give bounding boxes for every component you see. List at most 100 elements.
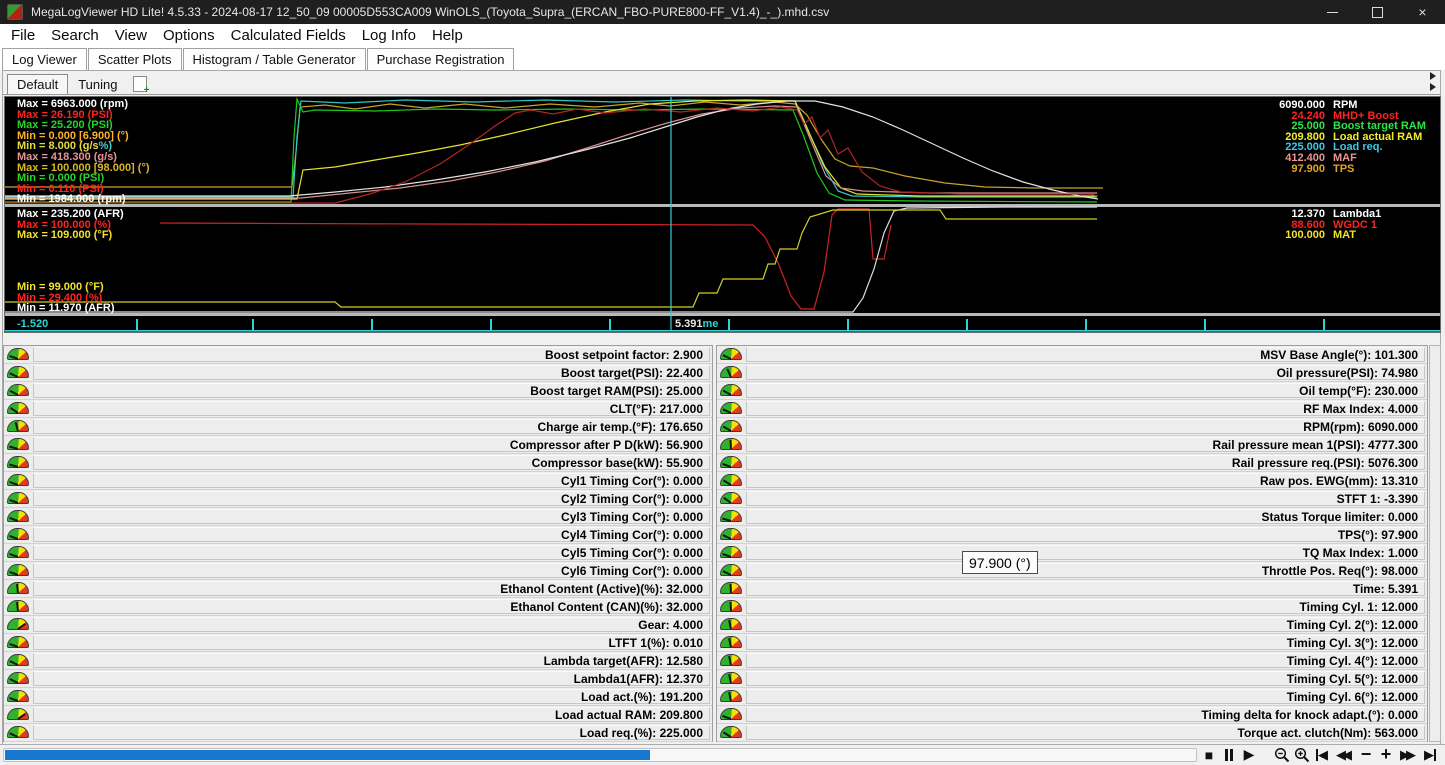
- gauge-row-oil-temp-f[interactable]: Oil temp(°F): 230.000: [717, 382, 1427, 400]
- gauge-icon: [7, 726, 29, 738]
- gauge-needle: [16, 602, 19, 611]
- gauge-icon: [720, 672, 742, 684]
- gauge-row-time[interactable]: Time: 5.391: [717, 580, 1427, 598]
- view-tab-default[interactable]: Default: [7, 74, 68, 94]
- gauge-row-lambda1-afr[interactable]: Lambda1(AFR): 12.370: [4, 670, 712, 688]
- gauge-row-charge-air-temp-f[interactable]: Charge air temp.(°F): 176.650: [4, 418, 712, 436]
- gauge-row-load-act[interactable]: Load act.(%): 191.200: [4, 688, 712, 706]
- menu-search[interactable]: Search: [43, 27, 107, 44]
- pane1-legend-row-label: TPS: [1333, 164, 1354, 175]
- gauge-row-rf-max-index[interactable]: RF Max Index: 4.000: [717, 400, 1427, 418]
- tab-log-viewer[interactable]: Log Viewer: [2, 48, 87, 70]
- fast-forward-button[interactable]: ▶▶: [1396, 745, 1420, 764]
- log-graph[interactable]: Max = 6963.000 (rpm)Max = 26.190 (PSI)Ma…: [4, 96, 1441, 333]
- gauge-row-gear[interactable]: Gear: 4.000: [4, 616, 712, 634]
- gauge-row-ltft-1[interactable]: LTFT 1(%): 0.010: [4, 634, 712, 652]
- play-button[interactable]: ▶: [1239, 745, 1259, 764]
- pause-icon: [1225, 749, 1233, 761]
- gauge-row-compressor-base-kw[interactable]: Compressor base(kW): 55.900: [4, 454, 712, 472]
- tab-histogram-table-generator[interactable]: Histogram / Table Generator: [183, 48, 366, 70]
- gauge-label: Timing Cyl. 1: 12.000: [746, 599, 1425, 614]
- menu-file[interactable]: File: [3, 27, 43, 44]
- zoom-in-button[interactable]: [1292, 745, 1312, 764]
- pane2-legend-row-value: 12.370: [1253, 209, 1325, 220]
- gauge-row-stft-1[interactable]: STFT 1: -3.390: [717, 490, 1427, 508]
- gauge-row-timing-cyl-2[interactable]: Timing Cyl. 2(°): 12.000: [717, 616, 1427, 634]
- stop-button[interactable]: ■: [1199, 745, 1219, 764]
- gauge-needle: [17, 713, 26, 720]
- skip-end-button[interactable]: ▶: [1420, 745, 1440, 764]
- gauge-row-status-torque-limiter[interactable]: Status Torque limiter: 0.000: [717, 508, 1427, 526]
- menu-view[interactable]: View: [107, 27, 155, 44]
- gauge-row-timing-cyl-4[interactable]: Timing Cyl. 4(°): 12.000: [717, 652, 1427, 670]
- gauge-row-timing-cyl-1[interactable]: Timing Cyl. 1: 12.000: [717, 598, 1427, 616]
- gauge-row-timing-cyl-5[interactable]: Timing Cyl. 5(°): 12.000: [717, 670, 1427, 688]
- scrollbar-thumb[interactable]: [5, 750, 650, 760]
- gauge-label: Charge air temp.(°F): 176.650: [33, 419, 710, 434]
- pane-divider-2: [5, 313, 1440, 316]
- gauge-row-timing-cyl-3[interactable]: Timing Cyl. 3(°): 12.000: [717, 634, 1427, 652]
- gauge-row-cyl4-timing-cor[interactable]: Cyl4 Timing Cor(°): 0.000: [4, 526, 712, 544]
- tab-bar: Log ViewerScatter PlotsHistogram / Table…: [0, 47, 1445, 70]
- minimize-button[interactable]: [1310, 0, 1355, 24]
- gauge-row-boost-target-psi[interactable]: Boost target(PSI): 22.400: [4, 364, 712, 382]
- menu-log-info[interactable]: Log Info: [354, 27, 424, 44]
- gauge-needle: [9, 697, 18, 702]
- gauge-label: Throttle Pos. Req(°): 98.000: [746, 563, 1425, 578]
- gauge-row-cyl6-timing-cor[interactable]: Cyl6 Timing Cor(°): 0.000: [4, 562, 712, 580]
- gauge-row-cyl3-timing-cor[interactable]: Cyl3 Timing Cor(°): 0.000: [4, 508, 712, 526]
- gauge-needle: [10, 390, 19, 396]
- gauge-row-tq-max-index[interactable]: TQ Max Index: 1.000: [717, 544, 1427, 562]
- gauge-icon: [7, 708, 29, 720]
- gauge-row-msv-base-angle[interactable]: MSV Base Angle(°): 101.300: [717, 346, 1427, 364]
- gauge-row-cyl2-timing-cor[interactable]: Cyl2 Timing Cor(°): 0.000: [4, 490, 712, 508]
- menu-help[interactable]: Help: [424, 27, 471, 44]
- gauge-row-raw-pos-ewg-mm[interactable]: Raw pos. EWG(mm): 13.310: [717, 472, 1427, 490]
- gauge-row-cyl1-timing-cor[interactable]: Cyl1 Timing Cor(°): 0.000: [4, 472, 712, 490]
- gauge-row-compressor-after-p-d-kw[interactable]: Compressor after P D(kW): 56.900: [4, 436, 712, 454]
- zoom-out-button[interactable]: [1272, 745, 1292, 764]
- tab-scatter-plots[interactable]: Scatter Plots: [88, 48, 182, 70]
- gauge-row-lambda-target-afr[interactable]: Lambda target(AFR): 12.580: [4, 652, 712, 670]
- gauge-row-tps[interactable]: TPS(°): 97.900: [717, 526, 1427, 544]
- rewind-button[interactable]: ◀◀: [1332, 745, 1356, 764]
- gauge-row-ethanol-content-active[interactable]: Ethanol Content (Active)(%): 32.000: [4, 580, 712, 598]
- gauge-row-timing-cyl-6[interactable]: Timing Cyl. 6(°): 12.000: [717, 688, 1427, 706]
- gauge-row-rail-pressure-mean-1-psi[interactable]: Rail pressure mean 1(PSI): 4777.300: [717, 436, 1427, 454]
- gauge-scrollbar[interactable]: [1429, 345, 1441, 742]
- gauge-row-load-req[interactable]: Load req.(%): 225.000: [4, 724, 712, 742]
- gauge-row-clt-f[interactable]: CLT(°F): 217.000: [4, 400, 712, 418]
- step-forward-button[interactable]: +: [1376, 745, 1396, 764]
- gauge-row-oil-pressure-psi[interactable]: Oil pressure(PSI): 74.980: [717, 364, 1427, 382]
- gauge-icon: [7, 438, 29, 450]
- gauge-icon: [7, 636, 29, 648]
- gauge-row-throttle-pos-req[interactable]: Throttle Pos. Req(°): 98.000: [717, 562, 1427, 580]
- menu-options[interactable]: Options: [155, 27, 223, 44]
- gauge-row-boost-setpoint-factor[interactable]: Boost setpoint factor: 2.900: [4, 346, 712, 364]
- gauge-row-cyl5-timing-cor[interactable]: Cyl5 Timing Cor(°): 0.000: [4, 544, 712, 562]
- step-back-button[interactable]: −: [1356, 745, 1376, 764]
- gauge-row-ethanol-content-can[interactable]: Ethanol Content (CAN)(%): 32.000: [4, 598, 712, 616]
- gauge-row-torque-act-clutch-nm[interactable]: Torque act. clutch(Nm): 563.000: [717, 724, 1427, 742]
- gauge-row-rail-pressure-req-psi[interactable]: Rail pressure req.(PSI): 5076.300: [717, 454, 1427, 472]
- gauge-label: Cyl6 Timing Cor(°): 0.000: [33, 563, 710, 578]
- tab-purchase-registration[interactable]: Purchase Registration: [367, 48, 515, 70]
- gauge-row-rpm-rpm[interactable]: RPM(rpm): 6090.000: [717, 418, 1427, 436]
- skip-start-button[interactable]: ◀: [1312, 745, 1332, 764]
- close-button[interactable]: ×: [1400, 0, 1445, 24]
- menu-calculated-fields[interactable]: Calculated Fields: [223, 27, 354, 44]
- maximize-button[interactable]: [1355, 0, 1400, 24]
- gauge-row-timing-delta-for-knock-adapt[interactable]: Timing delta for knock adapt.(°): 0.000: [717, 706, 1427, 724]
- gauge-row-boost-target-ram-psi[interactable]: Boost target RAM(PSI): 25.000: [4, 382, 712, 400]
- gauge-needle: [730, 584, 732, 593]
- log-position-scrollbar[interactable]: [3, 748, 1197, 762]
- view-tab-tuning[interactable]: Tuning: [69, 75, 126, 94]
- playback-bar: ■▶◀◀◀−+▶▶▶: [0, 744, 1445, 764]
- gauge-needle: [728, 638, 732, 647]
- log-graph-canvas[interactable]: [5, 97, 1440, 332]
- pause-button[interactable]: [1219, 745, 1239, 764]
- gauge-icon: [7, 690, 29, 702]
- tab-scroll-arrows[interactable]: [1430, 72, 1436, 94]
- new-view-icon[interactable]: [133, 76, 147, 92]
- gauge-row-load-actual-ram[interactable]: Load actual RAM: 209.800: [4, 706, 712, 724]
